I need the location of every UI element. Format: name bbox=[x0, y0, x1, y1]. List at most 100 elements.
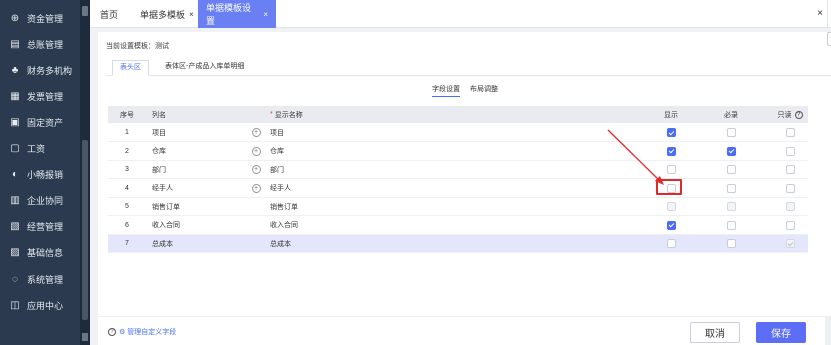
tab-template-settings[interactable]: 单据模板设置 × bbox=[198, 0, 276, 28]
segment-field-settings[interactable]: 字段设置 bbox=[432, 84, 460, 97]
tab-home[interactable]: 首页 bbox=[92, 0, 126, 28]
close-icon[interactable]: × bbox=[189, 10, 194, 19]
sidebar-item[interactable]: ▣ 固定资产 bbox=[0, 109, 80, 135]
sidebar-scrollbar[interactable] bbox=[80, 0, 90, 345]
table-row[interactable]: 6 收入合同 收入合同 bbox=[108, 217, 808, 235]
readonly-checkbox[interactable] bbox=[785, 165, 795, 174]
manage-custom-fields-label: 管理自定义字段 bbox=[127, 329, 177, 336]
add-circle-icon[interactable]: + bbox=[251, 165, 261, 174]
sidebar-item-label: 基础信息 bbox=[27, 248, 64, 259]
show-checkbox[interactable] bbox=[666, 146, 676, 156]
table-row[interactable]: 3 部门 + 部门 bbox=[108, 161, 808, 179]
show-checkbox[interactable] bbox=[666, 165, 676, 174]
row-display-name[interactable]: 收入合同 bbox=[270, 217, 420, 234]
readonly-checkbox[interactable] bbox=[785, 183, 795, 193]
row-plus-cell bbox=[246, 235, 266, 252]
fund-icon: ⊕ bbox=[10, 12, 20, 24]
sidebar-item[interactable]: ▥ 企业协同 bbox=[0, 188, 80, 214]
sidebar-item[interactable]: ◫ 应用中心 bbox=[0, 292, 80, 318]
table-row[interactable]: 5 销售订单 销售订单 bbox=[108, 198, 808, 216]
sidebar-item[interactable]: ♣ 财务多机构 bbox=[0, 57, 80, 83]
required-checkbox[interactable] bbox=[726, 165, 736, 174]
required-checkbox[interactable] bbox=[726, 128, 736, 137]
row-display-name[interactable]: 部门 bbox=[270, 161, 420, 178]
row-column-name: 项目 bbox=[152, 129, 166, 137]
row-required-cell bbox=[716, 124, 746, 141]
sidebar-item[interactable]: ◐ 小畅报销 bbox=[0, 162, 80, 188]
side-drawer-handle[interactable] bbox=[827, 32, 831, 46]
row-index: 4 bbox=[125, 184, 129, 192]
sidebar-item[interactable]: ▨ 基础信息 bbox=[0, 240, 80, 266]
table-row[interactable]: 1 项目 + 项目 bbox=[108, 124, 808, 142]
save-button[interactable]: 保存 bbox=[756, 322, 806, 343]
required-checkbox[interactable] bbox=[726, 220, 736, 230]
row-column-name: 经手人 bbox=[152, 185, 173, 192]
readonly-checkbox[interactable] bbox=[785, 220, 795, 230]
row-index: 5 bbox=[125, 203, 129, 210]
basic-info-icon: ▨ bbox=[10, 247, 20, 259]
header-column-name: 列名 bbox=[152, 111, 166, 119]
ledger-icon: ▤ bbox=[10, 38, 20, 50]
sidebar-item[interactable]: ▦ 发票管理 bbox=[0, 83, 80, 109]
cancel-button[interactable]: 取消 bbox=[690, 322, 740, 343]
sidebar-item[interactable]: ▤ 总账管理 bbox=[0, 31, 80, 57]
tab-body-area[interactable]: 表体区-产成品入库单明细 bbox=[158, 60, 251, 76]
header-index: 序号 bbox=[120, 111, 134, 119]
row-display-name[interactable]: 经手人 bbox=[270, 180, 420, 197]
row-show-cell bbox=[656, 235, 686, 252]
add-circle-icon[interactable]: + bbox=[251, 146, 261, 156]
row-required-cell bbox=[716, 235, 746, 252]
add-circle-icon[interactable]: + bbox=[251, 183, 261, 193]
sidebar-item-label: 小畅报销 bbox=[27, 170, 64, 181]
readonly-checkbox[interactable] bbox=[785, 128, 795, 137]
header-display-name-label: 显示名称 bbox=[274, 111, 303, 119]
row-readonly-cell bbox=[772, 180, 808, 197]
readonly-checkbox[interactable] bbox=[785, 146, 795, 156]
row-display-name[interactable]: 仓库 bbox=[270, 143, 420, 160]
row-index: 3 bbox=[125, 166, 129, 173]
row-display-name[interactable]: 总成本 bbox=[270, 235, 420, 252]
header-readonly: 只读 ? bbox=[772, 106, 808, 123]
row-required-cell bbox=[716, 180, 746, 197]
required-checkbox[interactable] bbox=[726, 183, 736, 193]
table-row[interactable]: 4 经手人 + 经手人 bbox=[108, 180, 808, 198]
sidebar-item[interactable]: ⊕ 资金管理 bbox=[0, 5, 80, 31]
table-row[interactable]: 2 仓库 + 仓库 bbox=[108, 143, 808, 161]
tab-scroll-handle[interactable] bbox=[827, 0, 831, 28]
table-row[interactable]: 7 总成本 总成本 bbox=[108, 235, 808, 253]
help-icon: ? bbox=[108, 328, 116, 336]
required-checkbox[interactable] bbox=[726, 239, 736, 248]
tab-multi-template[interactable]: 单据多模板 × bbox=[132, 0, 202, 28]
row-column-name: 总成本 bbox=[152, 240, 173, 248]
annotation-highlight-box bbox=[656, 179, 682, 195]
scroll-down-arrow[interactable] bbox=[82, 333, 88, 341]
row-index: 2 bbox=[125, 147, 129, 155]
show-checkbox[interactable] bbox=[666, 128, 676, 137]
scroll-up-arrow[interactable] bbox=[82, 6, 88, 16]
row-display-name[interactable]: 项目 bbox=[270, 124, 420, 141]
show-checkbox[interactable] bbox=[666, 239, 676, 248]
row-display-name[interactable]: 销售订单 bbox=[270, 198, 420, 215]
show-checkbox[interactable] bbox=[666, 220, 676, 230]
salary-icon: ▢ bbox=[10, 143, 20, 154]
manage-custom-fields-link[interactable]: ? ⚙ 管理自定义字段 bbox=[108, 327, 176, 337]
row-show-cell bbox=[656, 143, 686, 160]
scroll-thumb[interactable] bbox=[82, 140, 88, 320]
page-scrollbar[interactable] bbox=[825, 316, 831, 345]
segment-layout-adjust[interactable]: 布局调整 bbox=[470, 84, 498, 94]
required-checkbox[interactable] bbox=[726, 146, 736, 156]
help-icon[interactable]: ? bbox=[794, 110, 803, 119]
sidebar-item-label: 企业协同 bbox=[27, 196, 64, 207]
sidebar-item[interactable]: ▢ 工资 bbox=[0, 136, 80, 162]
close-icon[interactable]: × bbox=[263, 10, 268, 19]
add-circle-icon[interactable]: + bbox=[251, 128, 261, 137]
tab-header-area[interactable]: 表头区 bbox=[112, 60, 149, 76]
row-plus-cell: + bbox=[246, 124, 266, 141]
sidebar-item[interactable]: ▧ 经营管理 bbox=[0, 214, 80, 240]
close-all-icon[interactable]: × bbox=[817, 8, 823, 19]
sidebar-item-label: 总账管理 bbox=[27, 39, 64, 50]
row-index: 7 bbox=[125, 240, 129, 247]
row-show-cell bbox=[656, 217, 686, 234]
header-required: 必录 bbox=[724, 111, 738, 119]
sidebar-item[interactable]: ◌ 系统管理 bbox=[0, 266, 80, 292]
